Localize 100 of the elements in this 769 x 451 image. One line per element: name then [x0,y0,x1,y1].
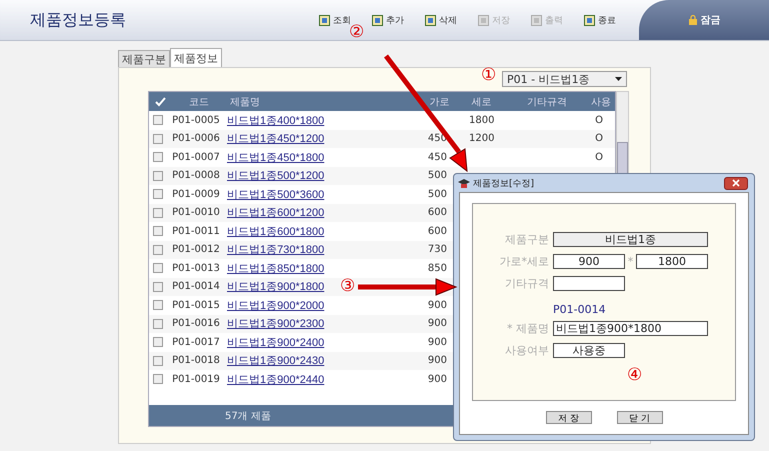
table-cell: 900 [428,300,447,311]
document-icon [477,14,490,26]
column-header[interactable]: 코드 [172,94,226,108]
table-cell-text: P01-0010 [171,207,221,218]
tab[interactable]: 제품정보 [170,48,222,67]
row-checkbox[interactable] [153,318,163,329]
toolbar-button[interactable]: 삭제 [416,14,465,26]
table-cell: 600 [428,207,447,218]
row-checkbox[interactable] [153,134,163,144]
dialog-title: 제품정보[수정] [473,178,534,190]
row-checkbox[interactable] [153,356,163,366]
field-label: 제품구분 [504,232,550,247]
usage-field[interactable]: 사용중 [553,343,625,358]
document-icon [583,14,596,26]
table-cell: 900 [428,336,447,348]
spec-field[interactable] [553,276,625,291]
category-field: 비드법1종 [553,232,708,247]
product-link[interactable]: 비드법1종400*1800 [227,114,324,127]
product-link[interactable]: 비드법1종900*2440 [227,374,324,386]
row-checkbox[interactable] [153,337,163,348]
table-cell: 450 [428,152,447,163]
table-cell-text: P01-0011 [171,226,221,237]
column-header[interactable]: 가로 [413,94,458,108]
product-link[interactable]: 비드법1종730*1800 [227,244,324,256]
row-checkbox[interactable] [153,170,163,181]
annotation-number: ④ [627,367,642,384]
table-cell-text: P01-0009 [171,188,221,200]
document-icon [318,14,331,26]
lock-icon [688,15,698,25]
table-cell-text: P01-0005 [171,114,221,126]
product-link[interactable]: 비드법1종900*2430 [227,355,324,368]
table-cell-text: P01-0014 [171,281,221,292]
lock-button[interactable]: 잠금 [682,12,726,28]
row-checkbox[interactable] [153,189,163,200]
dialog-button[interactable]: 저 장 [546,411,592,424]
checkmark-icon [155,96,166,106]
close-button[interactable] [724,176,748,190]
column-header[interactable]: 세로 [457,94,508,108]
product-link[interactable]: 비드법1종900*2300 [227,318,324,330]
tab[interactable]: 제품구분 [118,50,170,67]
table-cell: 900 [428,318,447,330]
field-label: 기타규격 [504,276,550,291]
close-icon [732,179,740,187]
column-header[interactable]: 기타규격 [507,94,588,108]
row-checkbox[interactable] [153,244,163,255]
table-cell-text: P01-0015 [171,300,221,311]
table-cell: 500 [428,188,447,200]
table-cell: 1800 [469,114,494,126]
product-link[interactable]: 비드법1종450*1800 [227,152,324,164]
category-dropdown[interactable]: P01 - 비드법1종 [502,71,627,87]
annotation-number: ③ [340,278,355,295]
product-name-field[interactable]: 비드법1종900*1800 [553,321,708,336]
product-link[interactable]: 비드법1종900*2400 [227,336,324,349]
column-header[interactable]: 사용 [587,94,616,108]
row-checkbox[interactable] [153,208,163,218]
product-link[interactable]: 비드법1종900*2000 [227,300,324,312]
table-cell: 500 [428,170,447,182]
row-checkbox[interactable] [153,226,163,236]
table-cell: 900 [428,374,447,385]
graduation-cap-icon [458,178,470,188]
product-link[interactable]: 비드법1종500*3600 [227,188,324,201]
product-link[interactable]: 비드법1종850*1800 [227,262,324,275]
toolbar-button[interactable]: 종료 [575,14,624,26]
product-link[interactable]: 비드법1종900*1800 [227,281,324,294]
height-field[interactable]: 1800 [636,254,708,269]
field-label: 가로*세로 [498,254,550,269]
product-link[interactable]: 비드법1종500*1200 [227,170,324,182]
product-link[interactable]: 비드법1종600*1800 [227,226,324,238]
table-cell: 600 [428,226,447,237]
table-cell-text: P01-0016 [171,318,221,330]
toolbar-button[interactable]: 추가 [363,14,412,26]
row-checkbox[interactable] [153,282,163,292]
row-checkbox[interactable] [153,374,163,384]
width-field[interactable]: 900 [553,254,625,269]
table-cell-text: P01-0018 [171,355,221,366]
table-cell-text: P01-0007 [171,152,221,163]
row-checkbox[interactable] [153,152,163,162]
table-cell-text: P01-0019 [171,374,221,385]
product-count: 57개 제품 [225,410,271,422]
document-icon [530,14,543,26]
table-cell: O [595,133,603,144]
table-cell: 900 [428,355,447,366]
table-cell: 1200 [469,133,494,144]
field-label: * 제품명 [506,321,550,336]
row-checkbox[interactable] [153,300,163,310]
table-cell-text: P01-0012 [171,244,221,256]
column-header[interactable]: 제품명 [226,94,414,108]
row-checkbox[interactable] [153,115,163,126]
product-link[interactable]: 비드법1종450*1200 [227,133,324,146]
row-checkbox[interactable] [153,263,163,274]
dialog-button[interactable]: 닫 기 [616,411,662,424]
annotation-number: ② [349,24,364,41]
product-link[interactable]: 비드법1종600*1200 [227,207,324,220]
table-cell: 850 [428,262,447,274]
field-label: 사용여부 [504,343,550,358]
table-cell: 730 [428,244,447,256]
dropdown-arrow-icon [615,77,622,81]
table-cell-text: P01-0013 [171,262,221,274]
document-icon [371,14,384,26]
table-cell: O [595,152,603,163]
